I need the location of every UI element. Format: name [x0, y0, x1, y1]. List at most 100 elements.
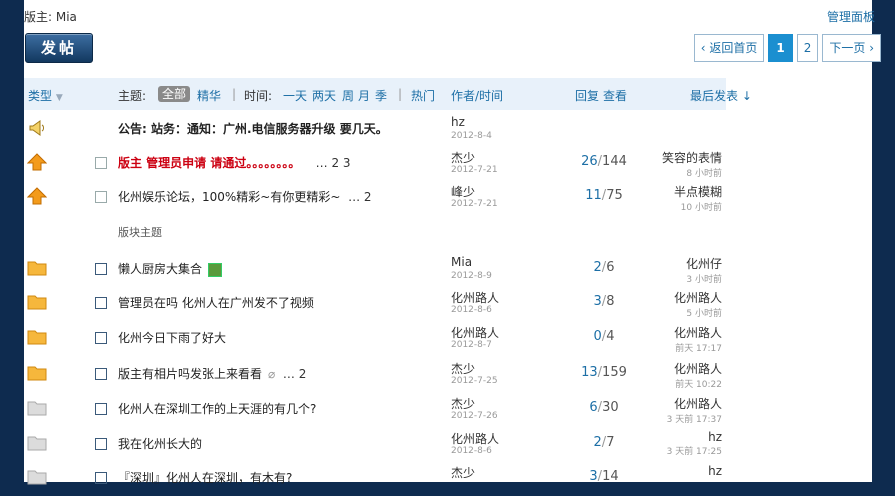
last-post: 笑容的表情 8 小时前	[662, 149, 722, 179]
thread-author[interactable]: 化州路人	[451, 324, 499, 341]
thread-row[interactable]: 懒人厨房大集合 Mia 2012-8-9 2/6 化州仔 3 小时前	[24, 253, 726, 287]
thread-pages[interactable]: … 2	[348, 190, 371, 204]
last-post-time[interactable]: 前天 17:17	[674, 341, 722, 354]
arrow-up-icon	[27, 153, 47, 171]
filter-hot[interactable]: 热门	[411, 87, 435, 104]
thread-pages[interactable]: … 2	[283, 367, 306, 381]
thread-title-text: 版主有相片吗发张上来看看	[118, 367, 263, 381]
view-sort[interactable]: 查看	[603, 87, 627, 104]
thread-title[interactable]: 我在化州长大的	[118, 435, 202, 452]
sticky-thread-row[interactable]: 版主 管理员申请 请通过。。。。。。。。 … 2 3 杰少 2012-7-21 …	[24, 147, 726, 181]
page-1-button[interactable]: 1	[768, 34, 793, 62]
page-2-button[interactable]: 2	[796, 34, 819, 62]
last-post-user[interactable]: 笑容的表情	[662, 149, 722, 166]
chevron-down-icon: ▼	[55, 93, 63, 103]
pagination: ‹ 返回首页 1 2 下一页 ›	[693, 34, 881, 62]
thread-author[interactable]: 杰少	[451, 149, 475, 166]
sticky-thread-row[interactable]: 化州娱乐论坛，100%精彩~有你更精彩~ … 2 峰少 2012-7-21 11…	[24, 181, 726, 215]
reply-sort[interactable]: 回复	[575, 87, 599, 104]
thread-title[interactable]: 管理员在吗 化州人在广州发不了视频	[118, 294, 314, 311]
next-page-button[interactable]: 下一页 ›	[822, 34, 881, 62]
last-post-user[interactable]: 半点模糊	[674, 183, 722, 200]
thread-checkbox[interactable]	[95, 191, 107, 203]
time-label: 时间:	[244, 89, 273, 103]
thread-title[interactable]: 化州今日下雨了好大	[118, 329, 226, 346]
arrow-up-icon	[27, 187, 47, 205]
last-post-time[interactable]: 8 小时前	[662, 166, 722, 179]
thread-title[interactable]: 版主有相片吗发张上来看看 ⌀ … 2	[118, 365, 306, 382]
thread-author[interactable]: Mia	[451, 255, 472, 269]
announcement-row[interactable]: 公告: 站务：通知：广州.电信服务器升级 要几天。 hz 2012-8-4	[24, 113, 726, 147]
last-post-user[interactable]: 化州路人	[674, 324, 722, 341]
last-post-time[interactable]: 10 小时前	[674, 200, 722, 213]
thread-date: 2012-8-7	[451, 340, 492, 350]
new-post-button[interactable]: 发帖	[25, 33, 93, 63]
moderator-label: 版主: Mia	[24, 10, 77, 24]
filter-month[interactable]: 月	[358, 87, 370, 104]
thread-title[interactable]: 懒人厨房大集合	[118, 260, 223, 277]
thread-row[interactable]: 化州人在深圳工作的上天涯的有几个? 杰少 2012-7-26 6/30 化州路人…	[24, 393, 726, 427]
last-post: 化州仔 3 小时前	[686, 255, 722, 285]
folder-icon	[27, 366, 47, 381]
filter-all-tag[interactable]: 全部	[158, 86, 191, 102]
filter-digest[interactable]: 精华	[197, 87, 221, 104]
thread-author[interactable]: 化州路人	[451, 289, 499, 306]
thread-row[interactable]: 管理员在吗 化州人在广州发不了视频 化州路人 2012-8-6 3/8 化州路人…	[24, 287, 726, 321]
filter-season[interactable]: 季	[375, 87, 387, 104]
divider: |	[398, 87, 403, 101]
thread-title[interactable]: 化州人在深圳工作的上天涯的有几个?	[118, 400, 316, 417]
admin-panel-link[interactable]: 管理面板	[827, 8, 875, 25]
last-post-time[interactable]: 3 天前 17:25	[667, 444, 722, 457]
last-post-user[interactable]: hz	[667, 430, 722, 444]
thread-checkbox[interactable]	[95, 263, 107, 275]
thread-author[interactable]: 化州路人	[451, 430, 499, 447]
back-home-button[interactable]: ‹ 返回首页	[693, 34, 765, 62]
filter-day[interactable]: 一天	[283, 87, 307, 104]
thread-checkbox[interactable]	[95, 403, 107, 415]
last-post-user[interactable]: 化州路人	[674, 289, 722, 306]
author-time-header[interactable]: 作者/时间	[451, 87, 503, 104]
thread-title[interactable]: 化州娱乐论坛，100%精彩~有你更精彩~ … 2	[118, 188, 372, 205]
last-post-time[interactable]: 3 天前 17:37	[667, 412, 722, 425]
thread-author[interactable]: hz	[451, 115, 465, 129]
last-post-user[interactable]: hz	[708, 464, 722, 478]
last-post-user[interactable]: 化州仔	[686, 255, 722, 272]
last-post-time[interactable]: 前天 10:22	[674, 377, 722, 390]
thread-checkbox[interactable]	[95, 438, 107, 450]
thread-row[interactable]: 『深圳』化州人在深圳，有木有? 杰少 3/14 hz	[24, 462, 726, 496]
filter-two-days[interactable]: 两天	[312, 87, 336, 104]
thread-author[interactable]: 杰少	[451, 464, 475, 481]
thread-table-header: 类型 ▼ 主题: 全部 精华 | 时间: 一天 两天 周 月 季 | 热门 作者…	[24, 78, 752, 110]
last-post-user[interactable]: 化州路人	[674, 360, 722, 377]
last-post-time[interactable]: 5 小时前	[674, 306, 722, 319]
thread-date: 2012-7-25	[451, 376, 498, 386]
announcement-title[interactable]: 公告: 站务：通知：广州.电信服务器升级 要几天。	[118, 120, 388, 137]
thread-row[interactable]: 化州今日下雨了好大 化州路人 2012-8-7 0/4 化州路人 前天 17:17	[24, 322, 726, 356]
last-post-sort[interactable]: 最后发表 ↓	[690, 87, 752, 104]
topic-label: 主题:	[118, 89, 147, 103]
thread-author[interactable]: 峰少	[451, 183, 475, 200]
back-home-label: 返回首页	[709, 41, 758, 55]
thread-checkbox[interactable]	[95, 297, 107, 309]
thread-row[interactable]: 版主有相片吗发张上来看看 ⌀ … 2 杰少 2012-7-25 13/159 化州…	[24, 358, 726, 392]
last-post-time[interactable]: 3 小时前	[686, 272, 722, 285]
thread-row[interactable]: 我在化州长大的 化州路人 2012-8-6 2/7 hz 3 天前 17:25	[24, 428, 726, 462]
megaphone-icon	[29, 120, 44, 136]
view-count: 30	[602, 400, 619, 415]
paperclip-icon: ⌀	[268, 367, 276, 381]
thread-checkbox[interactable]	[95, 157, 107, 169]
thread-checkbox[interactable]	[95, 472, 107, 484]
type-filter[interactable]: 类型 ▼	[28, 87, 63, 104]
announcement-text: 站务：通知：广州.电信服务器升级 要几天。	[151, 122, 388, 136]
last-post-user[interactable]: 化州路人	[667, 395, 722, 412]
view-count: 159	[602, 365, 627, 380]
divider: |	[232, 87, 237, 101]
thread-checkbox[interactable]	[95, 368, 107, 380]
filter-week[interactable]: 周	[342, 87, 354, 104]
thread-title[interactable]: 版主 管理员申请 请通过。。。。。。。。 … 2 3	[118, 154, 351, 171]
thread-author[interactable]: 杰少	[451, 360, 475, 377]
thread-checkbox[interactable]	[95, 332, 107, 344]
thread-author[interactable]: 杰少	[451, 395, 475, 412]
thread-title[interactable]: 『深圳』化州人在深圳，有木有?	[118, 469, 292, 486]
thread-pages[interactable]: … 2 3	[316, 156, 351, 170]
